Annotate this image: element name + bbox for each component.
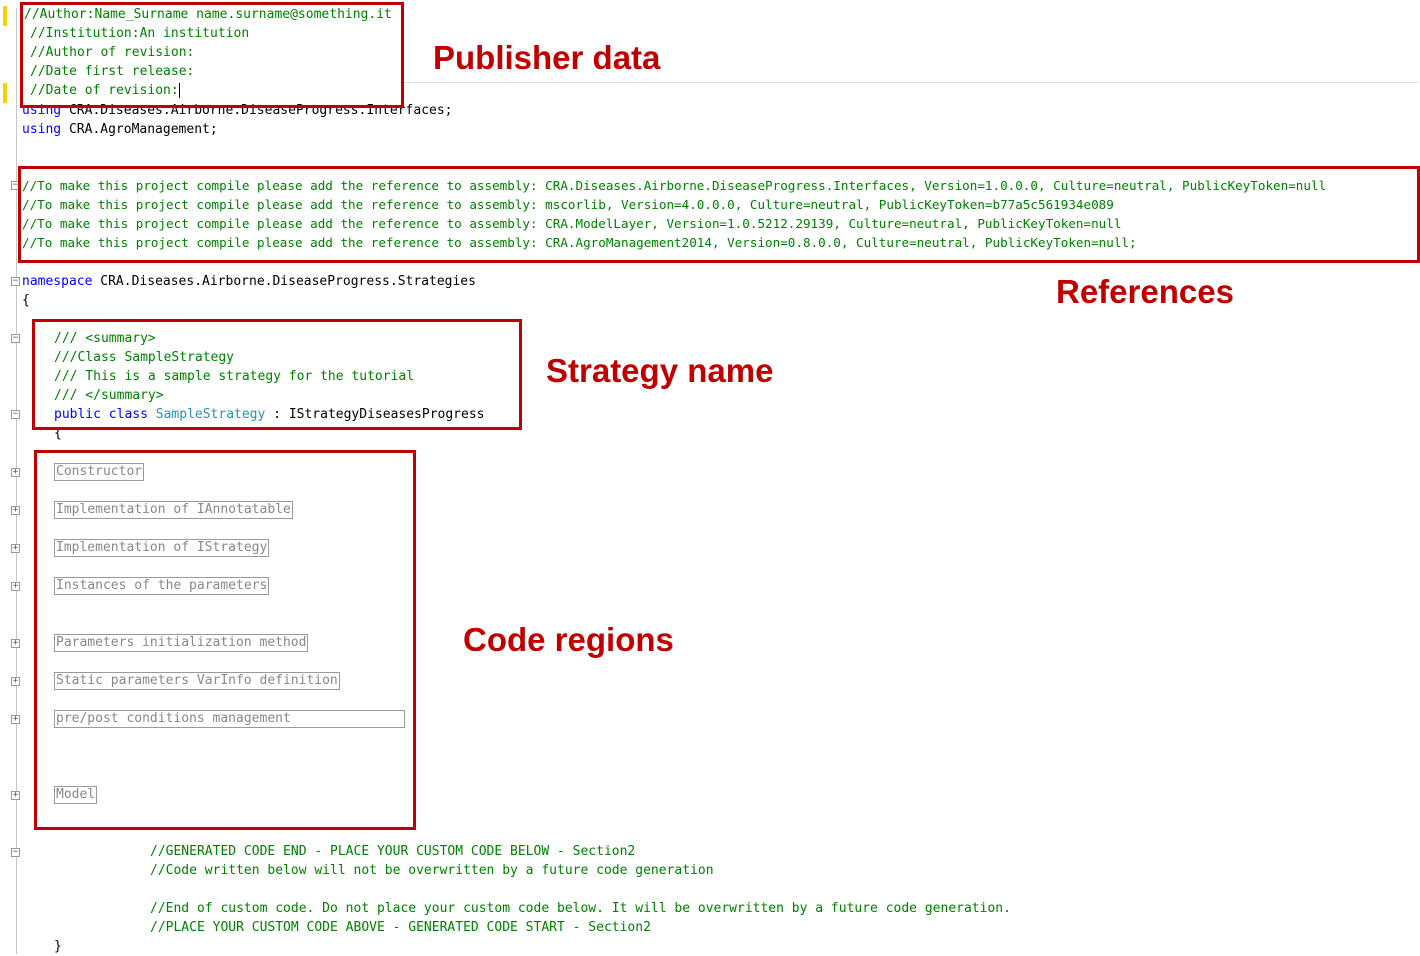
minus-box-icon[interactable]: − (11, 848, 20, 857)
plus-box-icon[interactable]: + (11, 715, 20, 724)
separator-line (400, 82, 1418, 83)
publisher-data-box (20, 2, 404, 108)
plus-box-icon[interactable]: + (11, 468, 20, 477)
minus-box-icon[interactable]: − (11, 277, 20, 286)
plus-box-icon[interactable]: + (11, 506, 20, 515)
custom-code-comment: //PLACE YOUR CUSTOM CODE ABOVE - GENERAT… (150, 920, 651, 935)
using-line: using CRA.AgroManagement; (22, 120, 218, 139)
change-indicator (3, 83, 7, 103)
using-keyword: using (22, 122, 62, 137)
references-box (18, 166, 1420, 263)
open-brace: { (22, 293, 30, 308)
publisher-data-label: Publisher data (433, 39, 661, 76)
plus-box-icon[interactable]: + (11, 582, 20, 591)
custom-code-comment: //End of custom code. Do not place your … (150, 901, 1011, 916)
minus-box-icon[interactable]: − (11, 334, 20, 343)
code-regions-label: Code regions (463, 621, 674, 658)
plus-box-icon[interactable]: + (11, 677, 20, 686)
change-indicator (3, 6, 7, 26)
namespace-name: CRA.Diseases.Airborne.DiseaseProgress.St… (100, 274, 476, 289)
strategy-name-label: Strategy name (546, 352, 774, 389)
plus-box-icon[interactable]: + (11, 791, 20, 800)
plus-box-icon[interactable]: + (11, 544, 20, 553)
plus-box-icon[interactable]: + (11, 639, 20, 648)
references-label: References (1056, 273, 1234, 310)
using-name: CRA.AgroManagement; (68, 122, 218, 137)
code-regions-box (34, 450, 416, 830)
strategy-name-box (32, 319, 522, 430)
namespace-line: namespace CRA.Diseases.Airborne.DiseaseP… (22, 272, 476, 291)
custom-code-comment: //GENERATED CODE END - PLACE YOUR CUSTOM… (150, 844, 636, 859)
minus-box-icon[interactable]: − (11, 410, 20, 419)
custom-code-comment: //Code written below will not be overwri… (150, 863, 714, 878)
namespace-keyword: namespace (22, 274, 93, 289)
outline-guide (16, 8, 17, 954)
close-brace: } (54, 939, 62, 954)
